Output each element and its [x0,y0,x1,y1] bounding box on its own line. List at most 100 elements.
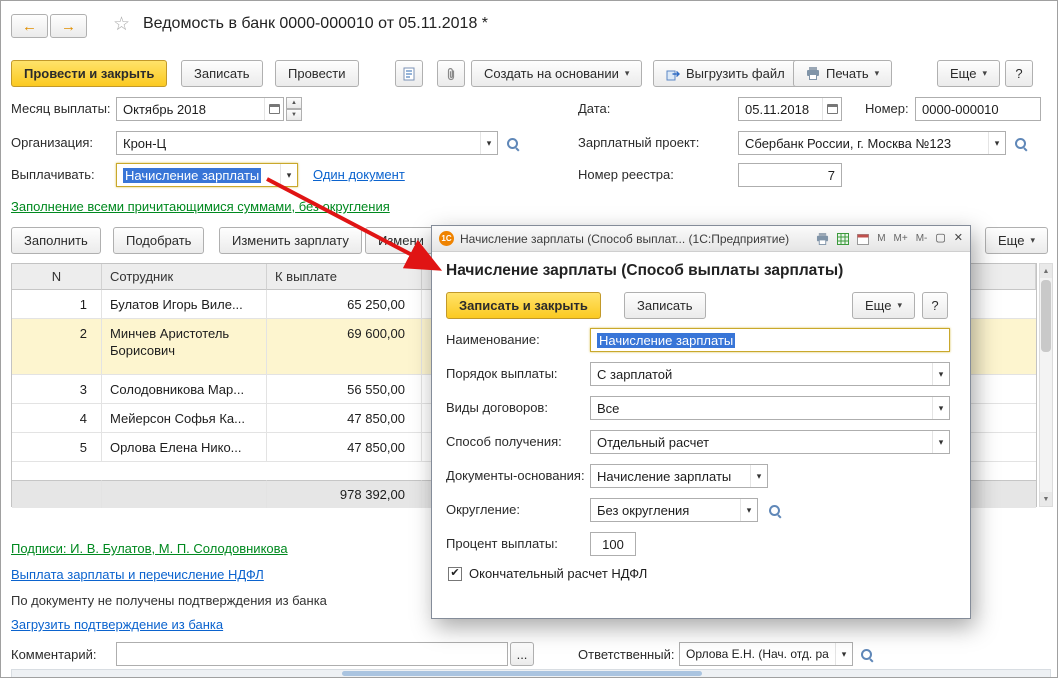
payout-month-input[interactable]: Октябрь 2018 [116,97,284,121]
dropdown-icon[interactable]: ▾ [740,499,757,521]
contract-types-select[interactable]: Все ▾ [590,396,950,420]
cell-amount[interactable]: 65 250,00 [267,290,422,319]
dropdown-icon[interactable]: ▾ [988,132,1005,154]
fill-hint-link[interactable]: Заполнение всеми причитающимися суммами,… [11,199,390,214]
scrollbar-thumb[interactable] [342,671,702,676]
comment-input[interactable] [116,642,508,666]
forward-button[interactable]: → [50,14,87,38]
create-based-on-button[interactable]: Создать на основании ▾ [471,60,643,87]
date-input[interactable]: 05.11.2018 [738,97,842,121]
rounding-select[interactable]: Без округления ▾ [590,498,758,522]
number-input[interactable]: 0000-000010 [915,97,1041,121]
salary-project-select[interactable]: Сбербанк России, г. Москва №123 ▾ [738,131,1006,155]
post-button[interactable]: Провести [275,60,359,87]
responsible-select[interactable]: Орлова Е.Н. (Нач. отд. ра ▾ [679,642,853,666]
print-icon[interactable] [816,232,829,245]
pay-order-select[interactable]: С зарплатой ▾ [590,362,950,386]
change-salary-button[interactable]: Изменить зарплату [219,227,362,254]
spin-up-button[interactable]: ▲ [286,97,302,109]
dropdown-icon[interactable]: ▾ [280,164,297,186]
dropdown-icon[interactable]: ▾ [750,465,767,487]
name-input[interactable]: Начисление зарплаты [590,328,950,352]
rounding-open-button[interactable] [764,500,784,520]
dropdown-icon[interactable]: ▾ [835,643,852,665]
dialog-save-and-close-button[interactable]: Записать и закрыть [446,292,601,319]
project-open-button[interactable] [1010,133,1030,153]
dropdown-icon[interactable]: ▾ [932,431,949,453]
print-button[interactable]: Печать ▾ [793,60,893,87]
column-header-amount[interactable]: К выплате [267,264,422,290]
column-header-n[interactable]: N [12,264,102,290]
scroll-up-button[interactable]: ▲ [1040,264,1052,278]
signatures-link[interactable]: Подписи: И. В. Булатов, М. П. Солодовник… [11,541,288,556]
close-icon[interactable]: ✕ [954,233,963,244]
attachments-button[interactable] [437,60,465,87]
postings-report-button[interactable] [395,60,423,87]
calendar-icon[interactable] [264,98,283,120]
base-documents-select[interactable]: Начисление зарплаты ▾ [590,464,768,488]
cell-amount[interactable]: 69 600,00 [267,319,422,375]
save-button[interactable]: Записать [181,60,263,87]
dropdown-icon[interactable]: ▾ [932,363,949,385]
chevron-down-icon: ▾ [874,68,880,78]
payout-and-ndfl-link[interactable]: Выплата зарплаты и перечисление НДФЛ [11,567,264,582]
dialog-titlebar[interactable]: 1С Начисление зарплаты (Способ выплат...… [432,226,970,252]
month-label: Месяц выплаты: [11,101,111,116]
horizontal-scrollbar[interactable] [11,669,1051,677]
favorite-star-icon[interactable]: ☆ [113,13,130,36]
dropdown-icon[interactable]: ▾ [932,397,949,419]
pick-button[interactable]: Подобрать [113,227,205,254]
one-document-link[interactable]: Один документ [313,167,405,182]
table-more-button[interactable]: Еще ▾ [985,227,1048,254]
more-button[interactable]: Еще ▾ [937,60,1000,87]
registry-number-input[interactable]: 7 [738,163,842,187]
vertical-scrollbar[interactable]: ▲ ▼ [1039,263,1053,507]
cell-amount[interactable]: 47 850,00 [267,404,422,433]
post-and-close-button[interactable]: Провести и закрыть [11,60,168,87]
dialog-more-button[interactable]: Еще ▾ [852,292,915,319]
cell-n[interactable]: 2 [12,319,102,375]
back-button[interactable]: ← [11,14,48,38]
organization-open-button[interactable] [502,133,522,153]
cell-n[interactable]: 3 [12,375,102,404]
calendar-icon[interactable] [822,98,841,120]
final-ndfl-checkbox[interactable]: ✔ Окончательный расчет НДФЛ [448,566,647,581]
receive-method-select[interactable]: Отдельный расчет ▾ [590,430,950,454]
spin-down-button[interactable]: ▼ [286,109,302,121]
pay-what-select[interactable]: Начисление зарплаты ▾ [116,163,298,187]
cell-employee[interactable]: Солодовникова Мар... [102,375,267,404]
dialog-help-button[interactable]: ? [922,292,948,319]
comment-choose-button[interactable]: ... [510,642,534,666]
percent-input[interactable]: 100 [590,532,636,556]
cell-amount[interactable]: 47 850,00 [267,433,422,462]
cell-employee[interactable]: Мейерсон Софья Ка... [102,404,267,433]
cell-n[interactable]: 1 [12,290,102,319]
help-button[interactable]: ? [1005,60,1033,87]
scrollbar-thumb[interactable] [1041,280,1051,352]
responsible-label: Ответственный: [578,647,675,662]
cell-amount[interactable]: 56 550,00 [267,375,422,404]
organization-select[interactable]: Крон-Ц ▾ [116,131,498,155]
dropdown-icon[interactable]: ▾ [480,132,497,154]
spreadsheet-icon[interactable] [837,232,850,245]
maximize-icon[interactable]: ▢ [935,233,945,244]
column-header-employee[interactable]: Сотрудник [102,264,267,290]
cell-n[interactable]: 5 [12,433,102,462]
responsible-open-button[interactable] [856,644,876,664]
fill-button[interactable]: Заполнить [11,227,101,254]
registry-label: Номер реестра: [578,167,674,182]
memory-minus-button[interactable]: М- [916,233,928,244]
memory-plus-button[interactable]: М+ [894,233,908,244]
cell-n[interactable]: 4 [12,404,102,433]
chevron-down-icon: ▾ [982,68,987,78]
memory-button[interactable]: М [877,233,885,244]
calendar-icon[interactable] [857,233,870,245]
export-file-button[interactable]: Выгрузить файл [653,60,798,87]
dialog-save-button[interactable]: Записать [624,292,706,319]
forward-arrow-icon: → [61,17,76,35]
scroll-down-button[interactable]: ▼ [1040,492,1052,506]
load-confirmation-link[interactable]: Загрузить подтверждение из банка [11,617,223,632]
cell-employee[interactable]: Минчев Аристотель Борисович [110,326,258,360]
cell-employee[interactable]: Булатов Игорь Виле... [102,290,267,319]
cell-employee[interactable]: Орлова Елена Нико... [102,433,267,462]
